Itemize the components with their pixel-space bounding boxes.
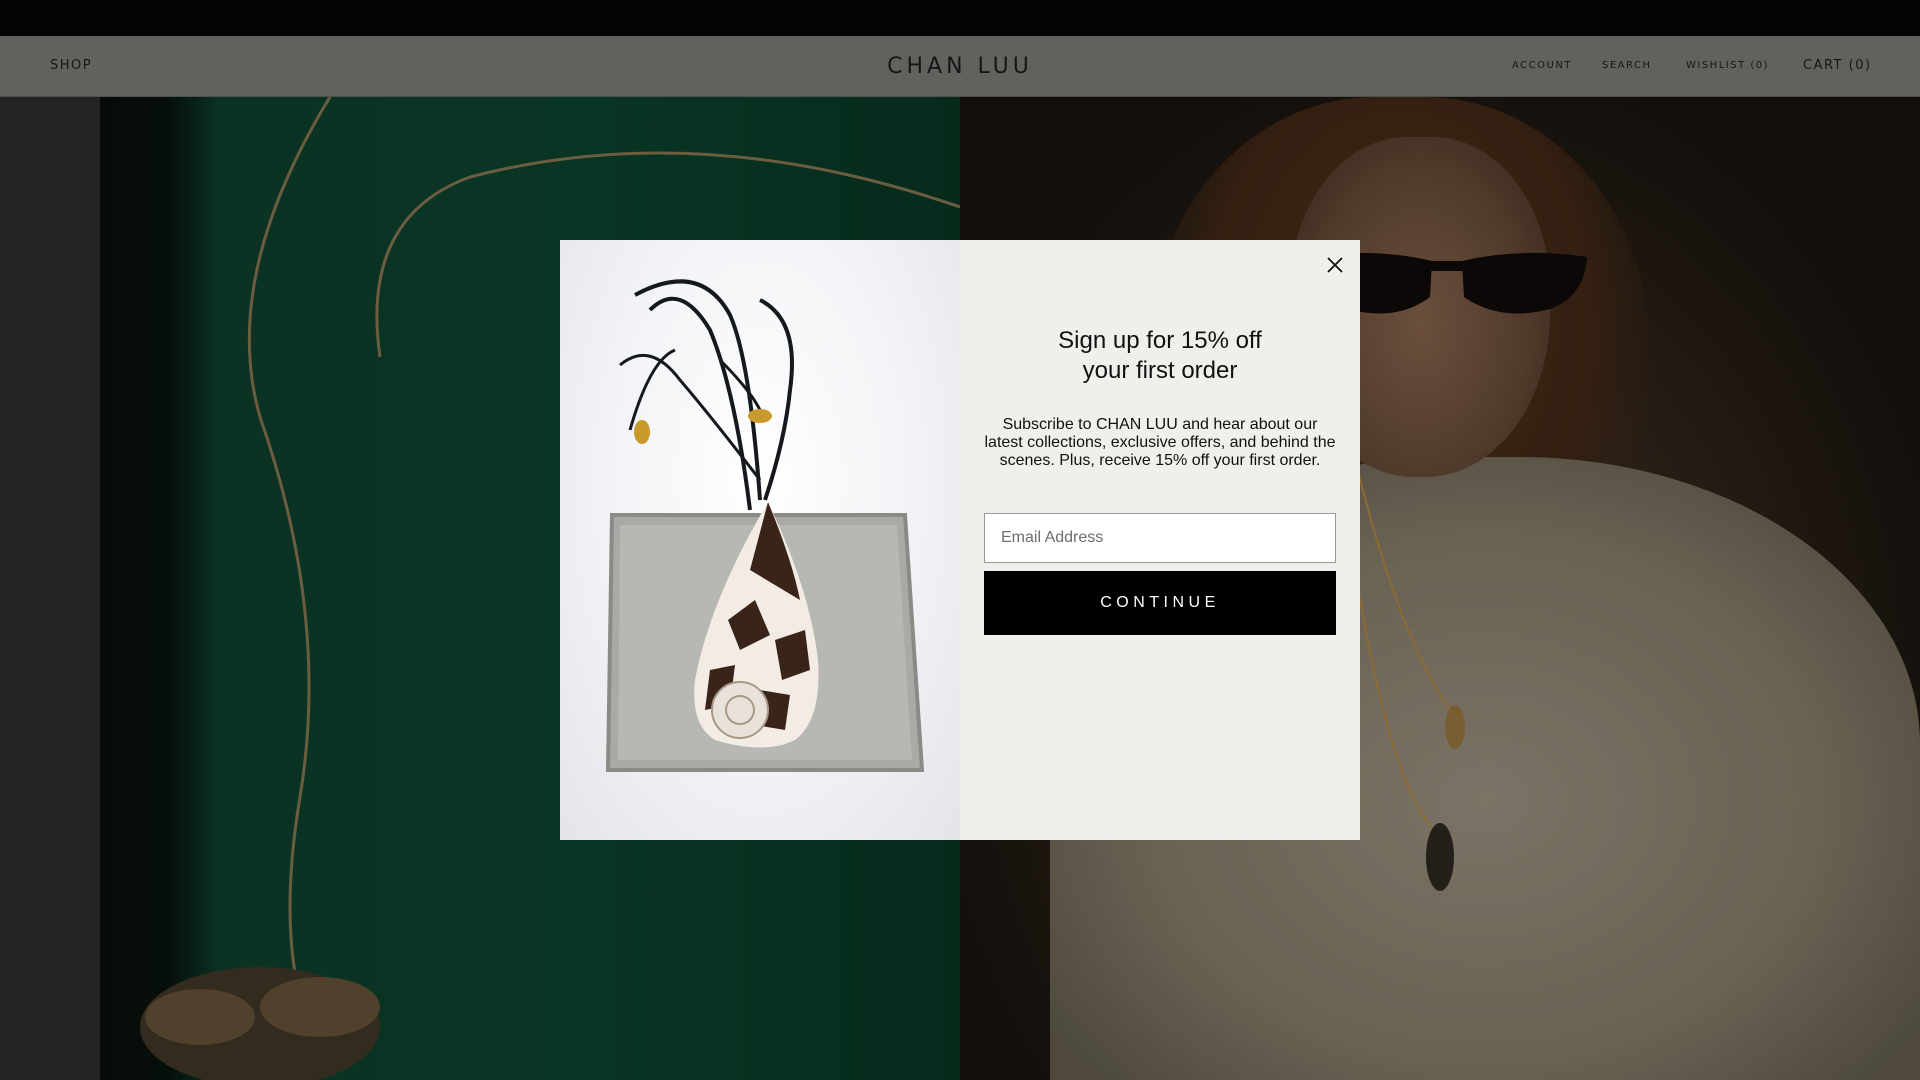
modal-title-line1: Sign up for 15% off — [1058, 327, 1262, 354]
email-field[interactable] — [984, 513, 1336, 563]
signup-modal: Sign up for 15% off your first order Sub… — [560, 240, 1360, 840]
modal-product-image — [560, 240, 960, 840]
modal-title-line2: your first order — [1082, 357, 1238, 384]
modal-title: Sign up for 15% off your first order — [960, 326, 1360, 386]
modal-content: Sign up for 15% off your first order Sub… — [960, 240, 1360, 840]
continue-button[interactable]: CONTINUE — [984, 571, 1336, 635]
shell-pendant-image — [605, 279, 925, 772]
modal-description: Subscribe to CHAN LUU and hear about our… — [984, 416, 1336, 469]
close-icon[interactable] — [1322, 252, 1348, 278]
